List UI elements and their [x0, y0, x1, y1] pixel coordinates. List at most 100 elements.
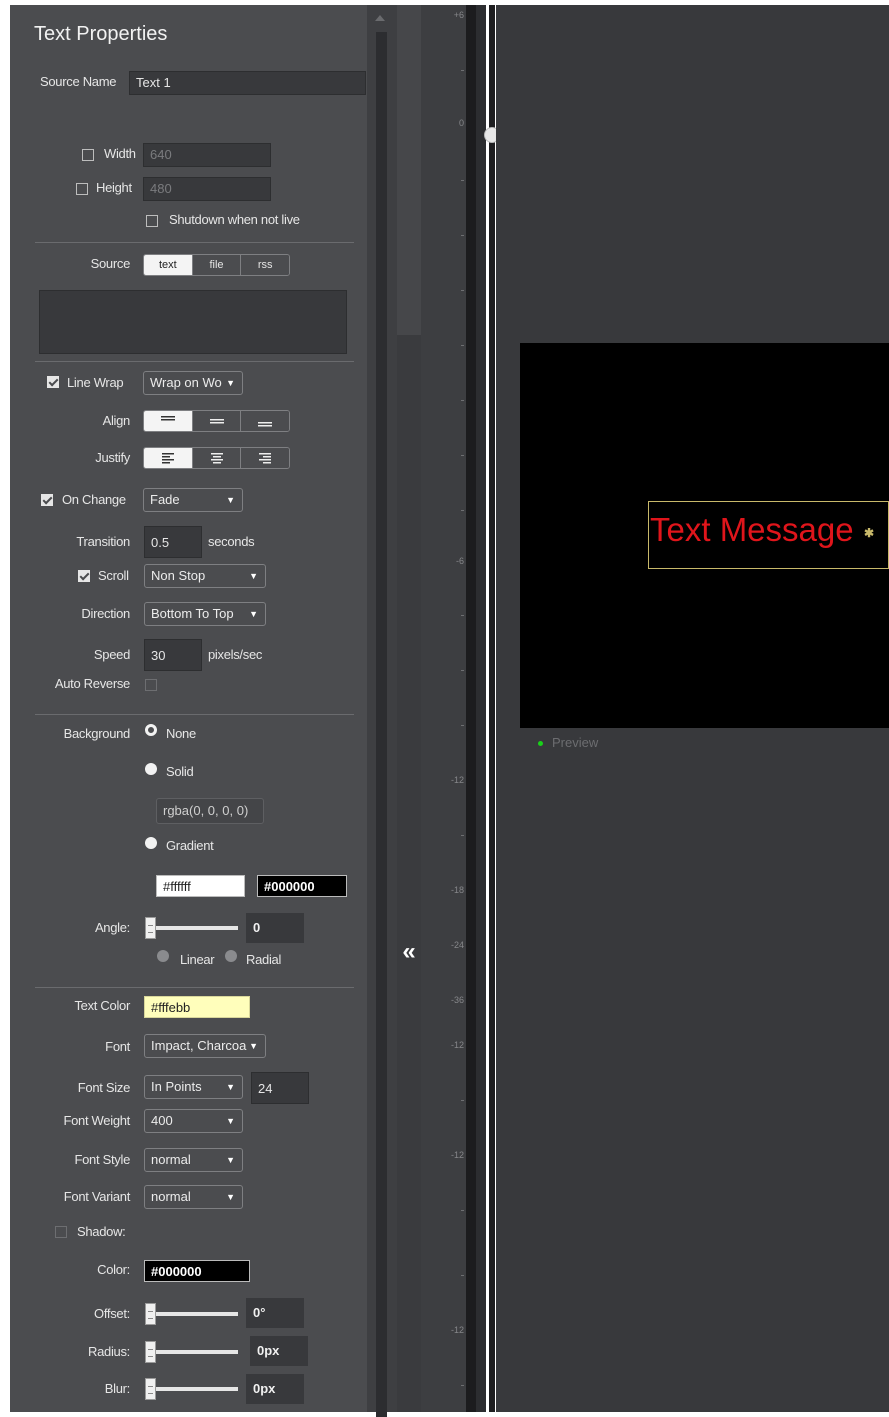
background-gradient-radio[interactable]	[145, 837, 157, 849]
ruler-tick	[461, 835, 464, 836]
direction-select[interactable]: Bottom To Top ▼	[144, 602, 266, 626]
shadow-color-input[interactable]: #000000	[144, 1260, 250, 1282]
transition-input[interactable]: 0.5	[144, 526, 202, 558]
volume-slider-track[interactable]	[489, 5, 495, 1412]
ruler-tick	[461, 235, 464, 236]
shadow-radius-slider[interactable]	[145, 1341, 238, 1363]
shadow-offset-slider[interactable]	[145, 1303, 238, 1325]
ruler-tick	[461, 1385, 464, 1386]
collapse-panel-icon[interactable]: «	[397, 938, 421, 966]
justify-left-button[interactable]	[144, 448, 192, 468]
ruler-label: -12	[450, 775, 464, 785]
on-change-checkbox[interactable]	[41, 494, 53, 506]
chevron-down-icon: ▼	[249, 609, 258, 619]
background-gradient-label: Gradient	[166, 838, 214, 853]
gradient-to-color[interactable]: #000000	[257, 875, 347, 897]
line-wrap-select[interactable]: Wrap on Wo ▼	[143, 371, 243, 395]
shutdown-checkbox[interactable]	[146, 215, 158, 227]
font-size-unit-value: In Points	[151, 1079, 202, 1094]
scrollbar-thumb[interactable]	[376, 32, 387, 1417]
align-bottom-icon	[258, 422, 273, 427]
section-divider	[35, 242, 354, 243]
chevron-down-icon: ▼	[226, 378, 235, 388]
ruler-label: -12	[450, 1325, 464, 1335]
height-checkbox[interactable]	[76, 183, 88, 195]
justify-center-icon	[210, 453, 223, 464]
justify-center-button[interactable]	[191, 448, 241, 468]
ruler-label: -24	[450, 940, 464, 950]
slider-handle[interactable]	[145, 1378, 156, 1400]
align-bottom-button[interactable]	[240, 411, 289, 431]
resize-handle-icon[interactable]: ✱	[864, 526, 874, 540]
slider-handle[interactable]	[145, 917, 156, 939]
gradient-linear-radio[interactable]	[157, 950, 169, 962]
text-color-input[interactable]: #fffebb	[144, 996, 250, 1018]
panel-scrollbar[interactable]	[367, 5, 397, 1417]
font-select[interactable]: Impact, Charcoa ▼	[144, 1034, 266, 1058]
font-size-unit-select[interactable]: In Points ▼	[144, 1075, 243, 1099]
ruler-label: -36	[450, 995, 464, 1005]
gradient-radial-radio[interactable]	[225, 950, 237, 962]
ruler-label: -12	[450, 1040, 464, 1050]
text-color-label: Text Color	[74, 998, 130, 1013]
font-size-input[interactable]: 24	[251, 1072, 309, 1104]
shadow-blur-value[interactable]: 0px	[246, 1374, 304, 1404]
background-label: Background	[63, 726, 131, 741]
transition-label: Transition	[76, 534, 130, 549]
font-style-select[interactable]: normal ▼	[144, 1148, 243, 1172]
source-tab-file[interactable]: file	[191, 255, 241, 275]
justify-label: Justify	[95, 450, 130, 465]
angle-slider[interactable]	[145, 917, 238, 939]
font-weight-value: 400	[151, 1113, 173, 1128]
scroll-checkbox[interactable]	[78, 570, 90, 582]
slider-track	[149, 926, 238, 930]
source-tab-rss[interactable]: rss	[240, 255, 289, 275]
source-tab-text[interactable]: text	[144, 255, 192, 275]
ruler-tick	[461, 1210, 464, 1211]
font-weight-select[interactable]: 400 ▼	[144, 1109, 243, 1133]
auto-reverse-checkbox[interactable]	[145, 679, 157, 691]
solid-color-input[interactable]: rgba(0, 0, 0, 0)	[156, 798, 264, 824]
gradient-from-color[interactable]: #ffffff	[156, 875, 245, 897]
align-label: Align	[102, 413, 131, 428]
font-variant-select[interactable]: normal ▼	[144, 1185, 243, 1209]
direction-value: Bottom To Top	[151, 606, 234, 621]
background-solid-radio[interactable]	[145, 763, 157, 775]
shadow-offset-value[interactable]: 0°	[246, 1298, 304, 1328]
speed-input[interactable]: 30	[144, 639, 202, 671]
scroll-select[interactable]: Non Stop ▼	[144, 564, 266, 588]
ruler-tick	[461, 670, 464, 671]
slider-handle[interactable]	[145, 1341, 156, 1363]
section-divider	[35, 714, 354, 715]
angle-value[interactable]: 0	[246, 913, 304, 943]
align-middle-icon	[209, 419, 224, 424]
shadow-radius-label: Radius:	[88, 1344, 130, 1359]
chevron-down-icon: ▼	[226, 1116, 235, 1126]
height-label: Height	[96, 180, 132, 195]
height-input[interactable]: 480	[143, 177, 271, 201]
slider-handle[interactable]	[145, 1303, 156, 1325]
source-tabs: text file rss	[143, 254, 290, 276]
section-divider	[35, 361, 354, 362]
width-input[interactable]: 640	[143, 143, 271, 167]
width-checkbox[interactable]	[82, 149, 94, 161]
justify-right-button[interactable]	[240, 448, 289, 468]
meter-bar-left	[466, 5, 476, 1412]
font-style-label: Font Style	[74, 1152, 130, 1167]
shadow-blur-label: Blur:	[104, 1381, 131, 1396]
shadow-radius-value[interactable]: 0px	[250, 1336, 308, 1366]
shadow-label: Shadow:	[77, 1224, 126, 1239]
gradient-linear-label: Linear	[180, 952, 215, 967]
align-top-icon	[160, 416, 175, 421]
shadow-blur-slider[interactable]	[145, 1378, 238, 1400]
source-name-input[interactable]: Text 1	[129, 71, 366, 95]
scroll-up-arrow-icon[interactable]	[375, 15, 385, 21]
background-none-radio[interactable]	[145, 724, 157, 736]
collapse-strip	[397, 5, 421, 1412]
align-middle-button[interactable]	[191, 411, 241, 431]
source-text-area[interactable]	[39, 290, 347, 354]
shadow-checkbox[interactable]	[55, 1226, 67, 1238]
align-top-button[interactable]	[144, 411, 192, 431]
on-change-select[interactable]: Fade ▼	[143, 488, 243, 512]
line-wrap-checkbox[interactable]	[47, 376, 59, 388]
